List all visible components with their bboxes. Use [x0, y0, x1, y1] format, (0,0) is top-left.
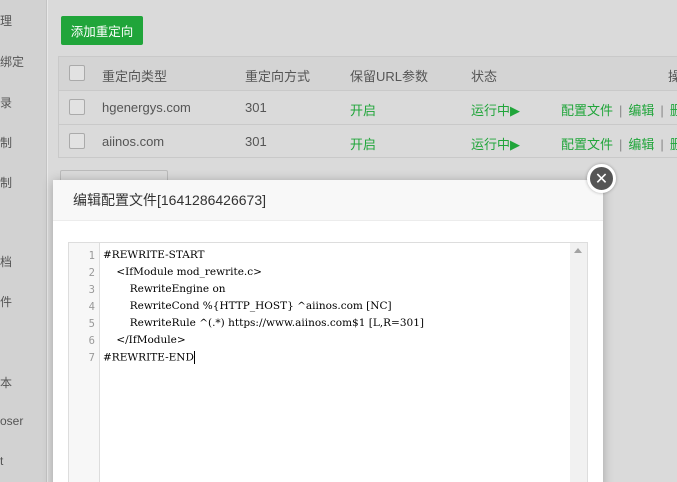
code-editor[interactable]: 1 2 3 4 5 6 7 #REWRITE-START <IfModule m…	[68, 242, 588, 482]
sidebar-item[interactable]: 档	[0, 253, 12, 270]
edit-link[interactable]: 编辑	[628, 103, 654, 118]
line-number: 2	[88, 267, 95, 279]
table-row: aiinos.com 301 开启 运行中▶ 配置文件 | 编辑 | 删	[58, 124, 677, 158]
row-keep-params[interactable]: 开启	[350, 100, 376, 119]
action-separator: |	[619, 103, 623, 118]
row-keep-params[interactable]: 开启	[350, 134, 376, 153]
modal-title: 编辑配置文件[1641286426673]	[53, 180, 603, 221]
config-file-link[interactable]: 配置文件	[561, 103, 613, 118]
code-line: RewriteRule ^(.*) https://www.aiinos.com…	[103, 317, 424, 329]
code-line: RewriteCond %{HTTP_HOST} ^aiinos.com [NC…	[103, 300, 392, 312]
row-actions: 配置文件 | 编辑 | 删	[561, 134, 677, 153]
row-checkbox[interactable]	[69, 133, 85, 149]
editor-scrollbar[interactable]	[570, 243, 587, 482]
line-number: 5	[88, 318, 95, 330]
action-separator: |	[660, 103, 664, 118]
sidebar-item[interactable]: 理	[0, 12, 12, 29]
redirect-table: 重定向类型 重定向方式 保留URL参数 状态 操 hgenergys.com 3…	[58, 56, 677, 158]
line-number: 6	[88, 335, 95, 347]
column-header-status: 状态	[471, 69, 498, 84]
column-header-keep-params: 保留URL参数	[350, 69, 429, 84]
delete-link[interactable]: 删	[670, 103, 677, 118]
sidebar-item[interactable]: 件	[0, 293, 12, 310]
line-number: 3	[88, 284, 95, 296]
sidebar: 理 绑定 录 制 制 档 件 本 oser t	[0, 0, 47, 482]
table-header: 重定向类型 重定向方式 保留URL参数 状态 操	[58, 56, 677, 90]
code-line: RewriteEngine on	[103, 283, 226, 295]
close-icon[interactable]: ✕	[587, 164, 616, 193]
row-status[interactable]: 运行中▶	[471, 100, 520, 119]
sidebar-item[interactable]: 录	[0, 94, 12, 111]
column-header-actions: 操	[668, 69, 677, 84]
row-checkbox[interactable]	[69, 99, 85, 115]
sidebar-item[interactable]: 绑定	[0, 53, 24, 70]
code-line: </IfModule>	[103, 334, 186, 346]
action-separator: |	[660, 137, 664, 152]
code-line: #REWRITE-END	[103, 351, 194, 364]
select-all-checkbox[interactable]	[69, 65, 85, 81]
row-method: 301	[245, 134, 267, 149]
delete-link[interactable]: 删	[670, 137, 677, 152]
sidebar-item[interactable]: oser	[0, 414, 23, 428]
sidebar-item[interactable]: t	[0, 454, 3, 468]
action-separator: |	[619, 137, 623, 152]
sidebar-item[interactable]: 制	[0, 134, 12, 151]
text-cursor	[193, 351, 195, 364]
add-redirect-button[interactable]: 添加重定向	[61, 16, 143, 45]
row-actions: 配置文件 | 编辑 | 删	[561, 100, 677, 119]
row-method: 301	[245, 100, 267, 115]
column-header-type: 重定向类型	[102, 69, 168, 84]
line-number-gutter: 1 2 3 4 5 6 7	[69, 243, 100, 482]
row-status[interactable]: 运行中▶	[471, 134, 520, 153]
sidebar-item[interactable]: 制	[0, 174, 12, 191]
row-domain: hgenergys.com	[102, 100, 191, 115]
edit-config-modal: 编辑配置文件[1641286426673] ✕ 1 2 3 4 5 6 7 #R…	[53, 164, 616, 482]
line-number: 7	[88, 352, 95, 364]
code-line: <IfModule mod_rewrite.c>	[103, 266, 262, 278]
code-line: #REWRITE-START	[103, 249, 205, 261]
edit-link[interactable]: 编辑	[628, 137, 654, 152]
table-row: hgenergys.com 301 开启 运行中▶ 配置文件 | 编辑 | 删	[58, 90, 677, 124]
line-number: 1	[88, 250, 95, 262]
sidebar-item[interactable]: 本	[0, 374, 12, 391]
code-line-last: #REWRITE-END	[103, 351, 195, 364]
column-header-method: 重定向方式	[245, 69, 311, 84]
row-domain: aiinos.com	[102, 134, 165, 149]
config-file-link[interactable]: 配置文件	[561, 137, 613, 152]
line-number: 4	[88, 301, 95, 313]
scroll-up-arrow-icon[interactable]	[574, 248, 582, 253]
